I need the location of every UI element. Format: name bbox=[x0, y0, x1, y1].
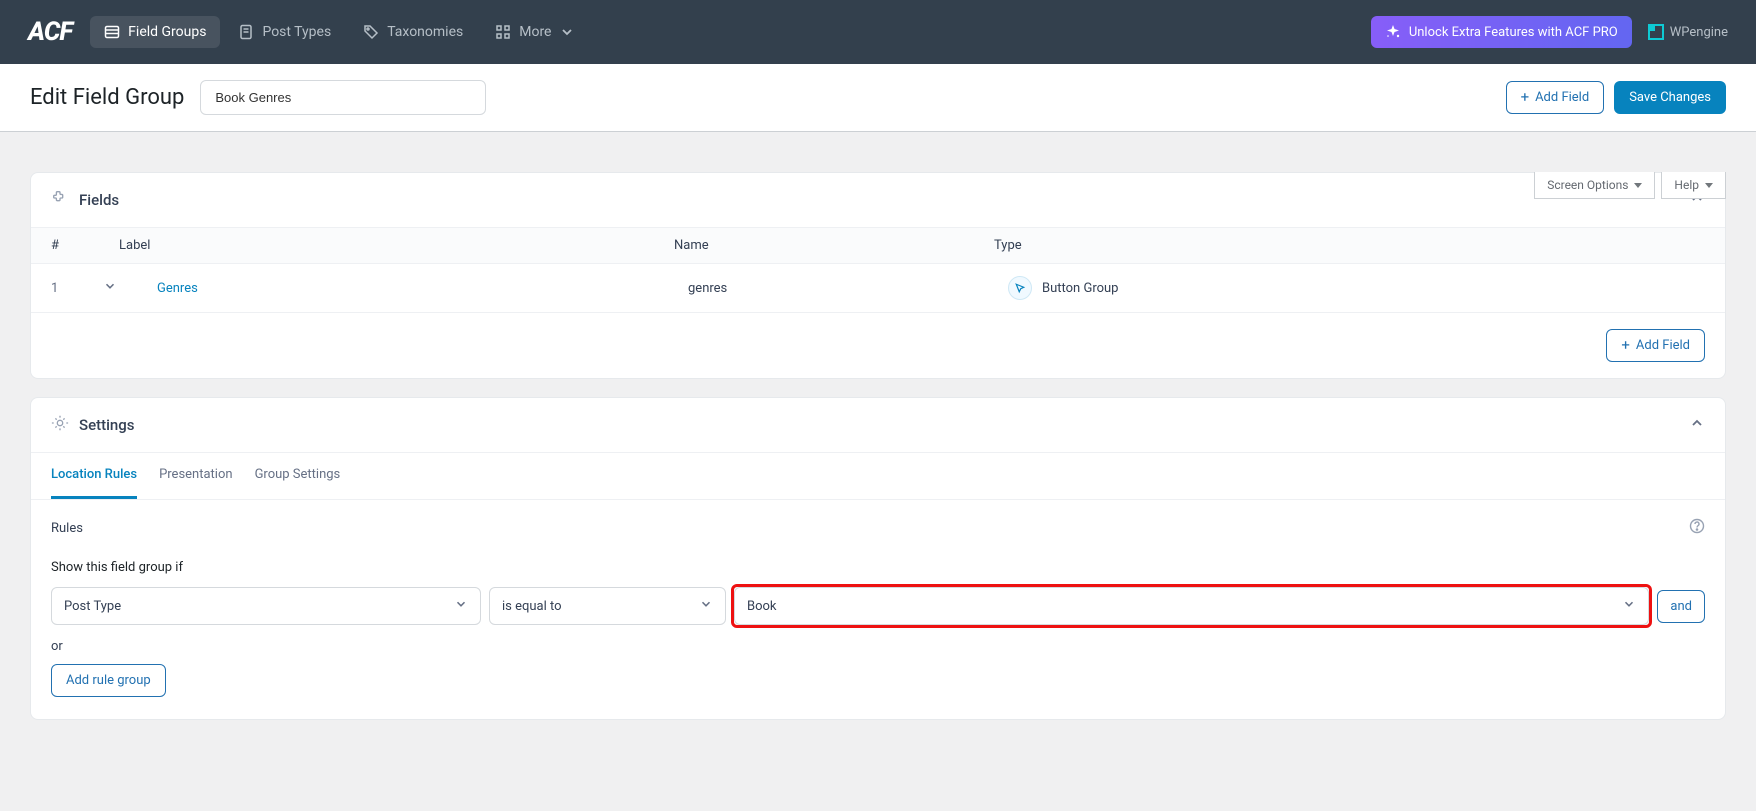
unlock-pro-button[interactable]: Unlock Extra Features with ACF PRO bbox=[1371, 16, 1632, 48]
tab-location-rules[interactable]: Location Rules bbox=[51, 453, 137, 499]
nav-label: More bbox=[519, 24, 551, 40]
header-actions: + Add Field Save Changes bbox=[1506, 81, 1726, 114]
fields-panel: Fields # Label Name Type 1 Genres genres bbox=[30, 172, 1726, 379]
row-number: 1 bbox=[51, 281, 89, 296]
add-rule-group-button[interactable]: Add rule group bbox=[51, 664, 166, 697]
puzzle-icon bbox=[51, 189, 69, 211]
rules-head-row: Rules bbox=[51, 518, 1705, 538]
rule-operator-select[interactable]: is equal to bbox=[489, 587, 726, 625]
rules-body: Rules Show this field group if Post Type… bbox=[31, 500, 1725, 719]
nav-right: Unlock Extra Features with ACF PRO WPeng… bbox=[1371, 16, 1728, 48]
sparkle-icon bbox=[1385, 24, 1401, 40]
plus-icon: + bbox=[1621, 338, 1630, 353]
nav-items: Field Groups Post Types Taxonomies More bbox=[90, 16, 1371, 48]
expand-row-toggle[interactable] bbox=[103, 279, 133, 297]
nav-label: Taxonomies bbox=[387, 24, 463, 40]
chevron-down-icon bbox=[454, 597, 468, 615]
rule-operator-value: is equal to bbox=[502, 599, 562, 614]
screen-options-label: Screen Options bbox=[1547, 178, 1628, 192]
or-label: or bbox=[51, 639, 1705, 654]
tag-icon bbox=[363, 24, 379, 40]
cursor-icon bbox=[1008, 276, 1032, 300]
acf-logo: ACF bbox=[28, 17, 72, 47]
row-name: genres bbox=[688, 281, 1008, 296]
gear-icon bbox=[51, 414, 69, 436]
fields-panel-head: Fields bbox=[31, 173, 1725, 228]
page-header: Edit Field Group + Add Field Save Change… bbox=[0, 64, 1756, 132]
add-field-label: Add Field bbox=[1636, 338, 1690, 353]
top-nav: ACF Field Groups Post Types Taxonomies M… bbox=[0, 0, 1756, 64]
content: Screen Options Help Fields # Label Name … bbox=[0, 172, 1756, 750]
col-num: # bbox=[51, 238, 89, 253]
rule-param-select[interactable]: Post Type bbox=[51, 587, 481, 625]
layout-icon bbox=[104, 24, 120, 40]
chevron-down-icon bbox=[1622, 597, 1636, 615]
rule-param-value: Post Type bbox=[64, 599, 121, 614]
add-field-button-footer[interactable]: + Add Field bbox=[1606, 329, 1705, 362]
screen-meta: Screen Options Help bbox=[1534, 172, 1726, 199]
col-name: Name bbox=[674, 238, 994, 253]
fields-panel-footer: + Add Field bbox=[31, 313, 1725, 378]
help-toggle[interactable]: Help bbox=[1661, 172, 1726, 199]
field-group-title-input[interactable] bbox=[200, 80, 486, 115]
show-if-label: Show this field group if bbox=[51, 560, 1705, 575]
rule-value: Book bbox=[747, 599, 777, 614]
and-button[interactable]: and bbox=[1657, 590, 1705, 623]
tab-group-settings[interactable]: Group Settings bbox=[255, 453, 341, 499]
save-changes-button[interactable]: Save Changes bbox=[1614, 81, 1726, 114]
fields-table-head: # Label Name Type bbox=[31, 228, 1725, 264]
page-title: Edit Field Group bbox=[30, 85, 184, 110]
screen-options-toggle[interactable]: Screen Options bbox=[1534, 172, 1655, 199]
settings-tabs: Location Rules Presentation Group Settin… bbox=[31, 453, 1725, 500]
chevron-down-icon bbox=[699, 597, 713, 615]
help-icon[interactable] bbox=[1689, 518, 1705, 538]
add-field-label: Add Field bbox=[1535, 90, 1589, 105]
col-label: Label bbox=[119, 238, 674, 253]
settings-panel-head: Settings bbox=[31, 398, 1725, 453]
col-type: Type bbox=[994, 238, 1705, 253]
document-icon bbox=[238, 24, 254, 40]
tab-presentation[interactable]: Presentation bbox=[159, 453, 233, 499]
settings-panel-title: Settings bbox=[79, 416, 135, 434]
nav-label: Field Groups bbox=[128, 24, 206, 40]
wpengine-logo-icon bbox=[1648, 24, 1664, 40]
add-field-button[interactable]: + Add Field bbox=[1506, 81, 1605, 114]
chevron-down-icon bbox=[559, 24, 575, 40]
help-label: Help bbox=[1674, 178, 1699, 192]
fields-panel-title: Fields bbox=[79, 191, 119, 209]
row-type: Button Group bbox=[1008, 276, 1705, 300]
nav-label: Post Types bbox=[262, 24, 331, 40]
plus-icon: + bbox=[1521, 90, 1530, 105]
nav-more[interactable]: More bbox=[481, 16, 589, 48]
settings-panel: Settings Location Rules Presentation Gro… bbox=[30, 397, 1726, 720]
table-row[interactable]: 1 Genres genres Button Group bbox=[31, 264, 1725, 313]
grid-icon bbox=[495, 24, 511, 40]
rule-value-select[interactable]: Book bbox=[734, 587, 1649, 625]
rules-label: Rules bbox=[51, 521, 83, 536]
unlock-label: Unlock Extra Features with ACF PRO bbox=[1409, 25, 1618, 40]
wpengine-badge[interactable]: WPengine bbox=[1648, 24, 1728, 40]
nav-post-types[interactable]: Post Types bbox=[224, 16, 345, 48]
nav-field-groups[interactable]: Field Groups bbox=[90, 16, 220, 48]
collapse-toggle[interactable] bbox=[1689, 415, 1705, 435]
nav-taxonomies[interactable]: Taxonomies bbox=[349, 16, 477, 48]
triangle-down-icon bbox=[1705, 183, 1713, 188]
triangle-down-icon bbox=[1634, 183, 1642, 188]
rule-row: Post Type is equal to Book and bbox=[51, 587, 1705, 625]
save-label: Save Changes bbox=[1629, 90, 1711, 105]
field-label-link[interactable]: Genres bbox=[157, 281, 198, 296]
wpengine-label: WPengine bbox=[1670, 25, 1728, 40]
row-label: Genres bbox=[157, 281, 688, 296]
row-type-label: Button Group bbox=[1042, 281, 1118, 296]
